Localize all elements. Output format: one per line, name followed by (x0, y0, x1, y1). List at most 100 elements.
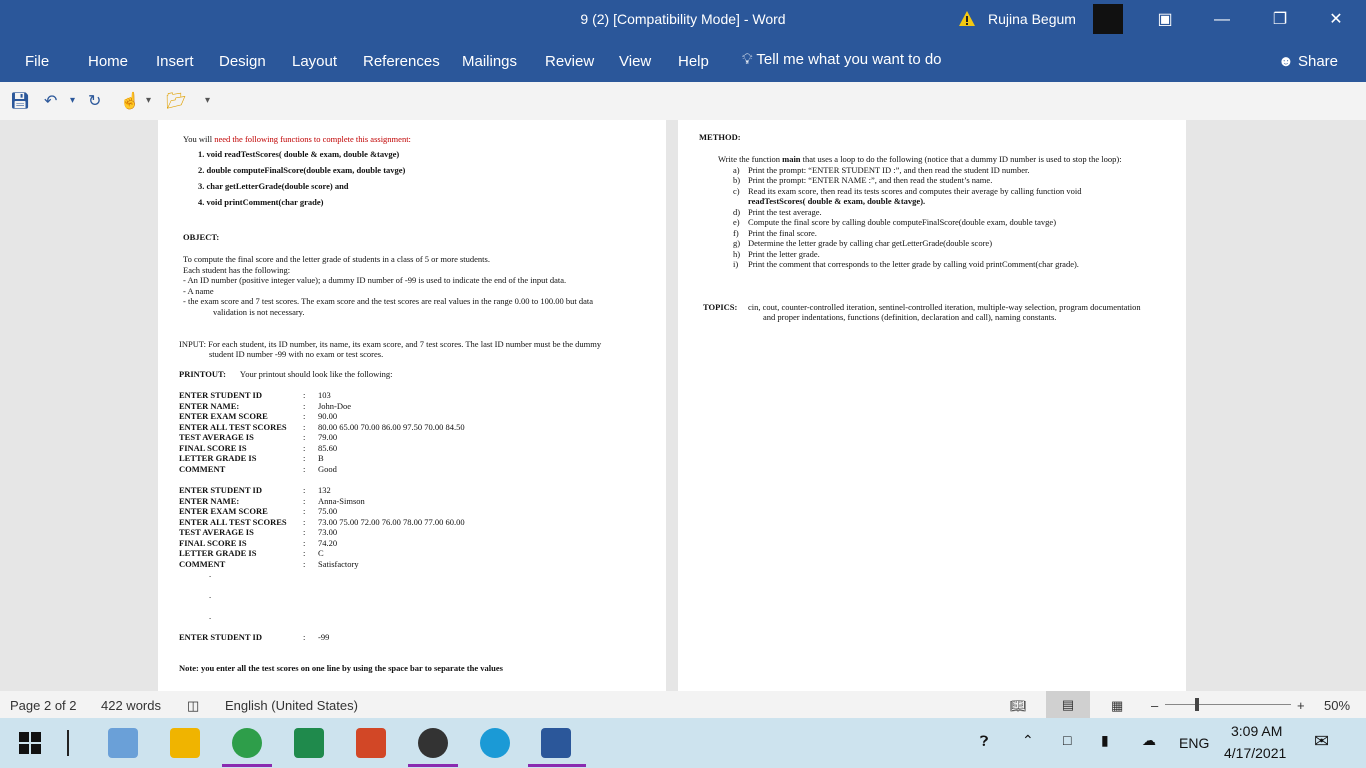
page-count[interactable]: Page 2 of 2 (10, 698, 77, 713)
clock-date[interactable]: 4/17/2021 (1224, 745, 1286, 761)
sample-colon: : (303, 411, 306, 421)
tab-references[interactable]: References (363, 53, 440, 70)
redo-icon[interactable]: ↻ (88, 91, 101, 111)
sample-key: ENTER STUDENT ID (179, 632, 262, 642)
sample-colon: : (303, 453, 306, 463)
zoom-slider-thumb[interactable] (1195, 698, 1199, 711)
document-page-right[interactable]: METHOD: Write the function main that use… (678, 120, 1186, 691)
word-taskbar-icon[interactable] (541, 728, 571, 758)
read-mode-icon[interactable]: 📖︎ (1010, 698, 1027, 714)
status-bar: Page 2 of 2 422 words ◫ English (United … (0, 691, 1366, 718)
tab-file[interactable]: File (25, 53, 49, 70)
input-language[interactable]: ENG (1179, 735, 1209, 751)
clock-time[interactable]: 3:09 AM (1231, 723, 1282, 739)
notification-icon[interactable]: ✉ (1314, 731, 1329, 752)
sample-value: -99 (318, 632, 330, 642)
network-icon[interactable]: ☁ (1142, 732, 1156, 749)
sample-value: Anna-Simson (318, 496, 365, 506)
restore-icon[interactable]: ❐ (1260, 6, 1300, 34)
card-app-icon[interactable] (294, 728, 324, 758)
web-layout-icon[interactable]: ▦ (1111, 698, 1123, 714)
method-step: Print the prompt: “ENTER NAME :”, and th… (748, 175, 993, 185)
windows-start-icon[interactable] (19, 732, 41, 754)
taskbar: ❓︎ ⌃ □ ▮ ☁ ENG 3:09 AM 4/17/2021 ✉ (0, 718, 1366, 768)
close-icon[interactable]: ✕ (1316, 6, 1356, 34)
title-bar: 9 (2) [Compatibility Mode] - Word Rujina… (0, 0, 1366, 40)
tab-view[interactable]: View (619, 53, 651, 70)
tab-review[interactable]: Review (545, 53, 594, 70)
battery-icon[interactable]: ▮ (1101, 732, 1109, 749)
sample-colon: : (303, 632, 306, 642)
user-name[interactable]: Rujina Begum (988, 11, 1076, 27)
function-item: 4. void printComment(char grade) (198, 197, 324, 207)
undo-icon[interactable]: ↶ (44, 91, 57, 111)
tab-mailings[interactable]: Mailings (462, 53, 517, 70)
undo-dropdown-icon[interactable]: ▾ (70, 95, 75, 106)
printout-label: PRINTOUT: (179, 369, 226, 379)
intro-highlight: need the following functions to complete… (214, 134, 411, 144)
document-page-left[interactable]: You will need the following functions to… (158, 120, 666, 691)
share-button[interactable]: ☻ Share (1278, 53, 1338, 70)
sample-key: COMMENT (179, 464, 226, 474)
ribbon-display-options-icon[interactable]: ▣ (1145, 6, 1185, 34)
show-hidden-icons-icon[interactable]: ⌃ (1022, 732, 1034, 749)
sample-key: ENTER NAME: (179, 401, 240, 411)
save-icon[interactable]: 💾︎ (10, 91, 30, 111)
method-step: Print the comment that corresponds to th… (748, 259, 1079, 269)
warning-icon[interactable] (958, 10, 976, 28)
tab-design[interactable]: Design (219, 53, 266, 70)
tab-insert[interactable]: Insert (156, 53, 194, 70)
powerpoint-icon[interactable] (356, 728, 386, 758)
method-step: Print the prompt: “ENTER STUDENT ID :”, … (748, 165, 1030, 175)
chrome-icon[interactable] (232, 728, 262, 758)
edge-icon[interactable] (480, 728, 510, 758)
print-layout-icon[interactable]: ▤ (1046, 691, 1090, 718)
zoom-out-button[interactable]: – (1151, 698, 1158, 713)
tablet-app-icon[interactable] (108, 728, 138, 758)
method-step-letter: h) (733, 249, 741, 259)
function-item: 2. double computeFinalScore(double exam,… (198, 165, 406, 175)
help-icon[interactable]: ❓︎ (980, 733, 988, 750)
word-count[interactable]: 422 words (101, 698, 161, 713)
sample-colon: : (303, 432, 306, 442)
proofing-icon[interactable]: ◫ (187, 698, 199, 714)
sample-value: 75.00 (318, 506, 338, 516)
share-label: Share (1297, 53, 1338, 70)
tablet-mode-icon[interactable]: □ (1063, 732, 1071, 748)
sample-key: ENTER ALL TEST SCORES (179, 422, 287, 432)
method-step-letter: e) (733, 217, 740, 227)
tab-home[interactable]: Home (88, 53, 128, 70)
objective-line: - An ID number (positive integer value);… (183, 275, 567, 285)
avatar[interactable] (1093, 4, 1123, 34)
topics-line: cin, cout, counter-controlled iteration,… (748, 302, 1141, 312)
quick-access-toolbar: 💾︎ ↶ ▾ ↻ ☝ ▾ 📂︎ ▾ (0, 82, 1366, 120)
document-workspace: You will need the following functions to… (0, 120, 1366, 691)
tab-layout[interactable]: Layout (292, 53, 337, 70)
minimize-icon[interactable]: — (1202, 6, 1242, 34)
sample-value: 103 (318, 390, 331, 400)
method-intro: Write the function main that uses a loop… (718, 154, 1122, 164)
zoom-level[interactable]: 50% (1324, 698, 1350, 713)
sample-colon: : (303, 485, 306, 495)
tab-help[interactable]: Help (678, 53, 709, 70)
method-step-letter: f) (733, 228, 739, 238)
ellipsis-dot: . (209, 569, 212, 579)
file-explorer-icon[interactable] (170, 728, 200, 758)
method-step-letter: i) (733, 259, 739, 269)
method-step: Print the letter grade. (748, 249, 820, 259)
task-view-icon[interactable] (67, 730, 69, 756)
method-step: Print the final score. (748, 228, 817, 238)
sample-colon: : (303, 401, 306, 411)
speedtest-icon[interactable] (418, 728, 448, 758)
zoom-in-button[interactable]: + (1297, 698, 1305, 713)
language-indicator[interactable]: English (United States) (225, 698, 358, 713)
open-folder-icon[interactable]: 📂︎ (166, 91, 186, 111)
touch-mode-icon[interactable]: ☝ (120, 91, 140, 111)
zoom-slider[interactable] (1165, 704, 1291, 705)
sample-key: TEST AVERAGE IS (179, 527, 254, 537)
tell-me-search[interactable]: 💡︎ Tell me what you want to do (742, 51, 942, 68)
sample-value: B (318, 453, 324, 463)
intro-line: You will need the following functions to… (183, 134, 411, 144)
touch-dropdown-icon[interactable]: ▾ (146, 95, 151, 106)
customize-toolbar-icon[interactable]: ▾ (205, 95, 210, 106)
